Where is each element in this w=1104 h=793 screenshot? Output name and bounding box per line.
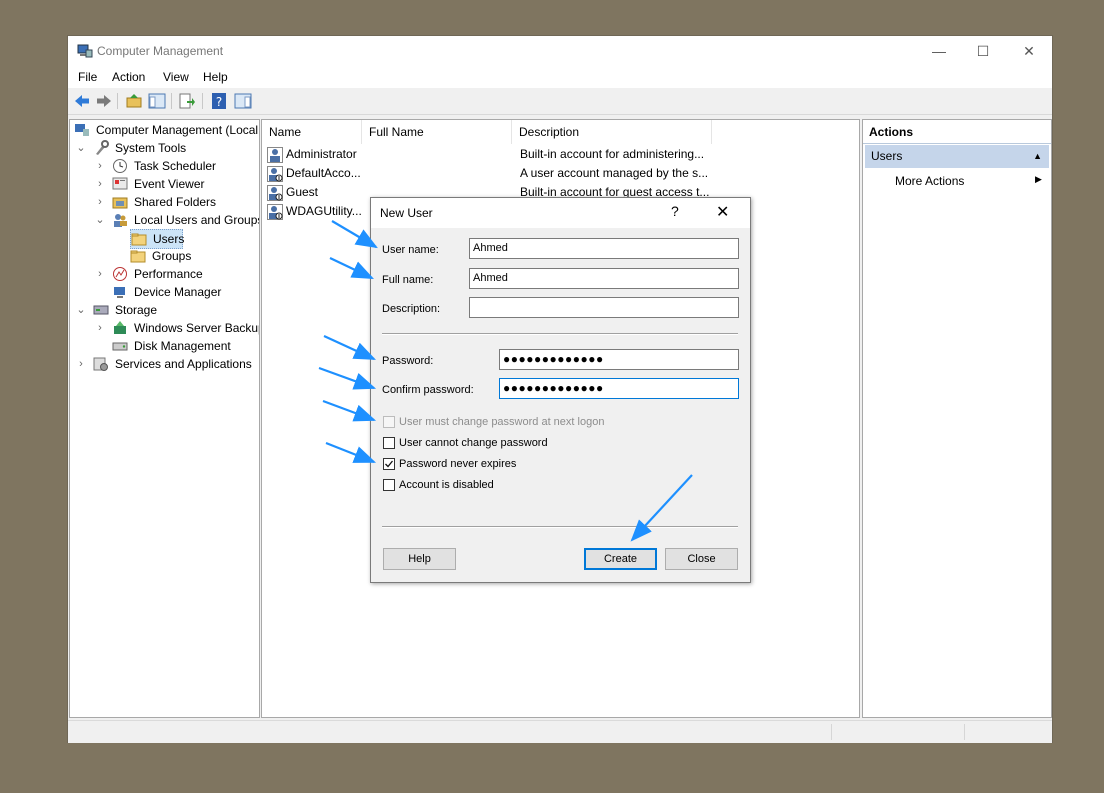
tree-item-users[interactable]: Users [130, 229, 184, 249]
collapse-chevron-icon[interactable]: ⌄ [76, 139, 86, 157]
status-bar [68, 720, 1052, 743]
close-button[interactable]: Close [665, 548, 738, 570]
username-label: User name: [382, 244, 439, 256]
services-icon [93, 357, 108, 371]
clock-icon [113, 159, 127, 173]
column-header-name[interactable]: Name [262, 120, 362, 144]
fullname-field[interactable]: Ahmed [469, 268, 739, 289]
svg-text:?: ? [216, 95, 222, 109]
table-row[interactable]: DefaultAcco... A user account managed by… [262, 164, 859, 183]
actions-section-label: Users [871, 149, 903, 163]
must-change-password-label: User must change password at next logon [399, 416, 605, 428]
up-folder-icon[interactable] [125, 92, 143, 110]
computer-management-icon [77, 44, 93, 58]
expand-chevron-icon[interactable]: › [95, 319, 105, 337]
create-button[interactable]: Create [584, 548, 657, 570]
expand-chevron-icon[interactable]: › [76, 355, 86, 373]
disk-icon [112, 342, 128, 351]
menu-help[interactable]: Help [203, 70, 228, 84]
password-field[interactable]: ●●●●●●●●●●●●● [499, 349, 739, 370]
confirm-password-field[interactable]: ●●●●●●●●●●●●● [499, 378, 739, 399]
menu-bar: File Action View Help [68, 66, 1052, 88]
description-field[interactable] [469, 297, 739, 318]
disabled-user-icon [267, 166, 283, 182]
actions-header: Actions [863, 120, 1051, 144]
expand-chevron-icon[interactable]: › [95, 157, 105, 175]
fullname-label: Full name: [382, 274, 434, 286]
help-icon[interactable]: ? [210, 92, 228, 110]
password-label: Password: [382, 355, 434, 367]
divider [382, 526, 738, 528]
navigation-tree: Computer Management (Local ⌄ System Tool… [69, 119, 260, 718]
show-hide-action-pane-icon[interactable] [234, 92, 252, 110]
show-hide-tree-icon[interactable] [148, 92, 166, 110]
confirm-password-label: Confirm password: [382, 384, 474, 396]
expand-chevron-icon[interactable]: › [95, 193, 105, 211]
divider [382, 333, 738, 335]
new-user-dialog: New User ? ✕ User name: Ahmed Full name:… [370, 197, 751, 583]
actions-section-users[interactable]: Users ▲ [865, 145, 1049, 168]
folder-icon [131, 233, 147, 246]
performance-icon [113, 267, 127, 281]
user-icon [267, 147, 283, 163]
more-actions-link[interactable]: More Actions [895, 172, 964, 190]
collapse-chevron-icon[interactable]: ⌄ [76, 301, 86, 319]
device-manager-icon [114, 287, 125, 298]
column-header-full-name[interactable]: Full Name [362, 120, 512, 144]
table-row[interactable]: Administrator Built-in account for admin… [262, 145, 859, 164]
users-groups-icon [114, 214, 127, 227]
menu-view[interactable]: View [163, 70, 189, 84]
computer-management-icon [75, 124, 89, 136]
actions-pane: Actions Users ▲ More Actions ▶ [862, 119, 1052, 718]
minimize-button[interactable]: — [916, 36, 962, 66]
toolbar: ? [68, 88, 1052, 115]
event-viewer-icon [112, 177, 128, 190]
dialog-title: New User [380, 206, 433, 220]
title-bar: Computer Management — ☐ ✕ [68, 36, 1052, 66]
must-change-password-checkbox[interactable] [383, 416, 395, 428]
tools-icon [96, 140, 109, 155]
submenu-arrow-icon: ▶ [1035, 174, 1042, 184]
account-disabled-label: Account is disabled [399, 479, 494, 491]
shared-folder-icon [112, 197, 128, 209]
expand-chevron-icon[interactable]: › [95, 265, 105, 283]
collapse-chevron-icon[interactable]: ⌄ [95, 211, 105, 229]
close-window-button[interactable]: ✕ [1006, 36, 1052, 66]
username-field[interactable]: Ahmed [469, 238, 739, 259]
collapse-triangle-icon[interactable]: ▲ [1033, 145, 1042, 168]
account-disabled-checkbox[interactable] [383, 479, 395, 491]
cannot-change-password-label: User cannot change password [399, 437, 548, 449]
folder-icon [130, 250, 146, 263]
disabled-user-icon [267, 204, 283, 220]
disabled-user-icon [267, 185, 283, 201]
forward-arrow-icon[interactable] [95, 92, 113, 110]
dialog-title-bar: New User ? ✕ [371, 198, 750, 228]
maximize-button[interactable]: ☐ [960, 36, 1006, 66]
cannot-change-password-checkbox[interactable] [383, 437, 395, 449]
dialog-help-icon[interactable]: ? [671, 203, 679, 219]
password-never-expires-checkbox[interactable] [383, 458, 395, 470]
expand-chevron-icon[interactable]: › [95, 175, 105, 193]
description-label: Description: [382, 303, 441, 315]
dialog-close-icon[interactable]: ✕ [716, 202, 729, 222]
help-button[interactable]: Help [383, 548, 456, 570]
export-list-icon[interactable] [178, 92, 196, 110]
password-never-expires-label: Password never expires [399, 458, 517, 470]
checkmark-icon [385, 460, 394, 468]
menu-action[interactable]: Action [112, 70, 145, 84]
storage-icon [93, 305, 109, 315]
window-title: Computer Management [97, 44, 224, 58]
backup-icon [114, 321, 126, 334]
menu-file[interactable]: File [78, 70, 97, 84]
column-header-description[interactable]: Description [512, 120, 712, 144]
back-arrow-icon[interactable] [73, 92, 91, 110]
